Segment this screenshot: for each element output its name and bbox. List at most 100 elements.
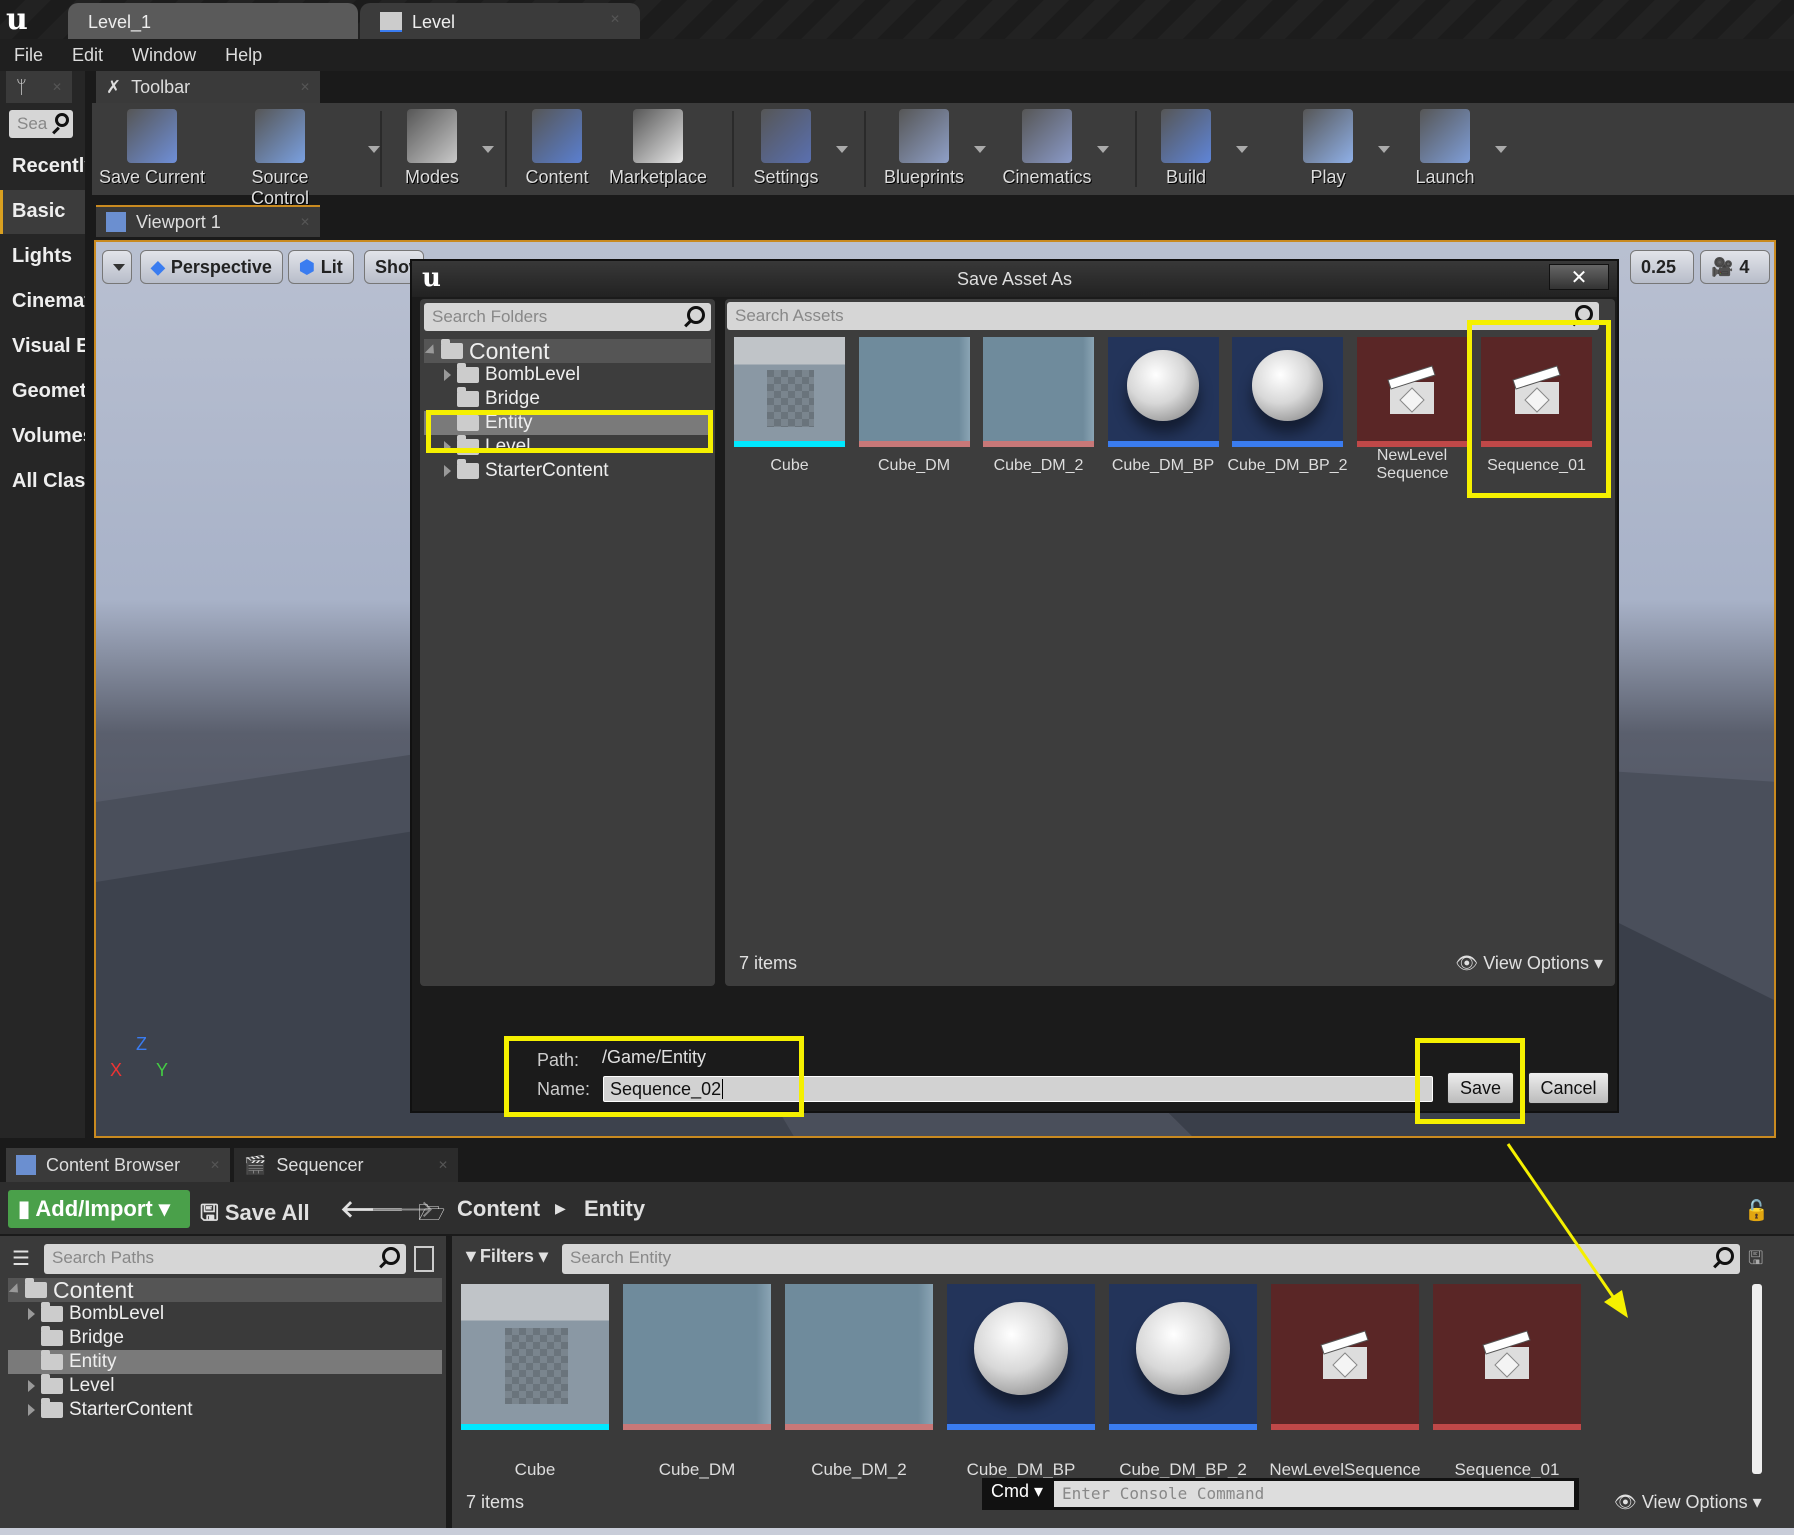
folder-tree-item[interactable]: Bridge bbox=[424, 387, 711, 411]
toolbar-cinematics-button[interactable]: Cinematics bbox=[987, 109, 1107, 188]
toolbar-launch-button[interactable]: Launch bbox=[1385, 109, 1505, 188]
viewport-options-dropdown[interactable] bbox=[102, 250, 132, 284]
dropdown-arrow-icon[interactable] bbox=[1236, 146, 1248, 153]
dropdown-arrow-icon[interactable] bbox=[836, 146, 848, 153]
asset-tile[interactable]: Sequence_01 bbox=[1433, 1284, 1581, 1490]
collapsed-arrow-icon[interactable] bbox=[444, 369, 451, 381]
dialog-title-bar: Save Asset As bbox=[412, 261, 1617, 297]
expanded-arrow-icon[interactable] bbox=[424, 344, 439, 358]
search-folders-input[interactable]: Search Folders bbox=[424, 303, 711, 331]
cancel-button[interactable]: Cancel bbox=[1528, 1072, 1609, 1104]
toolbar-tab[interactable]: ✗ Toolbar ✕ bbox=[96, 71, 320, 103]
close-tab-icon[interactable]: ✕ bbox=[52, 80, 62, 94]
dropdown-arrow-icon[interactable] bbox=[974, 146, 986, 153]
modes-category-item[interactable]: Cinemat bbox=[0, 280, 85, 324]
asset-tile[interactable]: Cube_DM_2 bbox=[785, 1284, 933, 1490]
folder-tree-item[interactable]: Bridge bbox=[8, 1326, 442, 1350]
viewport-tab[interactable]: Viewport 1 ✕ bbox=[96, 205, 320, 237]
collapsed-arrow-icon[interactable] bbox=[28, 1308, 35, 1320]
view-options-button[interactable]: 👁 View Options ▾ bbox=[1614, 1492, 1762, 1513]
modes-search-input[interactable]: Sea bbox=[9, 110, 73, 138]
collapsed-arrow-icon[interactable] bbox=[28, 1380, 35, 1392]
scrollbar[interactable] bbox=[1752, 1284, 1762, 1474]
view-options-button[interactable]: 👁 View Options ▾ bbox=[1455, 953, 1603, 974]
modes-category-item[interactable]: All Clas bbox=[0, 460, 85, 504]
folder-tree-item[interactable]: StarterContent bbox=[8, 1398, 442, 1422]
search-paths-input[interactable]: Search Paths bbox=[44, 1244, 406, 1274]
doc-tab-level-1[interactable]: Level_1 bbox=[68, 3, 358, 39]
modes-category-item[interactable]: Recently bbox=[0, 145, 85, 189]
asset-tile[interactable]: Cube bbox=[734, 337, 845, 507]
modes-tab[interactable]: ᛘ ✕ bbox=[6, 71, 72, 103]
save-all-button[interactable]: 🖫 Save All bbox=[200, 1196, 310, 1234]
asset-tile[interactable]: Cube_DM_BP bbox=[1107, 337, 1219, 507]
asset-thumbnail bbox=[1433, 1284, 1581, 1430]
close-tab-icon[interactable]: ✕ bbox=[438, 1158, 448, 1172]
menu-edit[interactable]: Edit bbox=[72, 45, 103, 66]
asset-tile[interactable]: Cube_DM_BP_2 bbox=[1109, 1284, 1257, 1490]
tab-sequencer[interactable]: 🎬 Sequencer ✕ bbox=[234, 1148, 458, 1182]
folder-tree-item[interactable]: Entity bbox=[8, 1350, 442, 1374]
asset-tile[interactable]: Cube_DM bbox=[623, 1284, 771, 1490]
menu-help[interactable]: Help bbox=[225, 45, 262, 66]
toolbar-source-control-button[interactable]: Source Control bbox=[220, 109, 340, 209]
asset-tile[interactable]: Cube_DM_BP_2 bbox=[1227, 337, 1348, 507]
toolbar-modes-button[interactable]: Modes bbox=[372, 109, 492, 188]
dropdown-arrow-icon[interactable] bbox=[1495, 146, 1507, 153]
axis-y: Y bbox=[156, 1060, 169, 1080]
asset-label: Cube_DM bbox=[877, 457, 951, 474]
folder-icon bbox=[41, 1398, 63, 1418]
collapsed-arrow-icon[interactable] bbox=[444, 465, 451, 477]
modes-category-item[interactable]: Geometr bbox=[0, 370, 85, 414]
folder-tree-item[interactable]: BombLevel bbox=[424, 363, 711, 387]
expanded-arrow-icon[interactable] bbox=[8, 1283, 23, 1297]
tab-content-browser[interactable]: Content Browser ✕ bbox=[6, 1148, 230, 1182]
close-tab-icon[interactable]: ✕ bbox=[610, 12, 620, 30]
asset-tile[interactable]: NewLevelSequence bbox=[1269, 1284, 1421, 1490]
asset-label: Cube_DM_BP bbox=[1111, 457, 1215, 474]
toolbar-play-button[interactable]: Play bbox=[1268, 109, 1388, 188]
modes-category-item[interactable]: Volumes bbox=[0, 415, 85, 459]
console-input[interactable]: Enter Console Command bbox=[1054, 1481, 1574, 1507]
folder-tree-item[interactable]: BombLevel bbox=[8, 1302, 442, 1326]
menu-window[interactable]: Window bbox=[132, 45, 196, 66]
dropdown-arrow-icon[interactable] bbox=[482, 146, 494, 153]
modes-category-item[interactable]: Basic bbox=[0, 190, 85, 234]
folder-tree-item[interactable]: Level bbox=[8, 1374, 442, 1398]
lit-button[interactable]: ⬢ Lit bbox=[288, 250, 354, 284]
modes-category-item[interactable]: Lights bbox=[0, 235, 85, 279]
toolbar-save-current-button[interactable]: Save Current bbox=[92, 109, 212, 188]
asset-tile[interactable]: Cube_DM_2 bbox=[983, 337, 1094, 507]
close-tab-icon[interactable]: ✕ bbox=[300, 215, 310, 229]
camera-speed-button[interactable]: 🎥 4 bbox=[1700, 250, 1770, 284]
close-button[interactable]: ✕ bbox=[1549, 264, 1609, 290]
toolbar-build-button[interactable]: Build bbox=[1126, 109, 1246, 188]
asset-thumbnail bbox=[983, 337, 1094, 447]
toolbar-blueprints-button[interactable]: Blueprints bbox=[864, 109, 984, 188]
folder-tree-item[interactable]: Content bbox=[8, 1277, 442, 1303]
asset-tile[interactable]: Cube bbox=[461, 1284, 609, 1490]
grid-snap-value[interactable]: 0.25 bbox=[1630, 250, 1694, 284]
toolbar-settings-button[interactable]: Settings bbox=[726, 109, 846, 188]
add-import-button[interactable]: ▮ Add/Import ▾ bbox=[8, 1190, 190, 1228]
asset-tile[interactable]: Cube_DM bbox=[858, 337, 970, 507]
asset-tile[interactable]: Cube_DM_BP bbox=[947, 1284, 1095, 1490]
asset-tile[interactable]: NewLevel Sequence bbox=[1356, 337, 1468, 507]
close-tab-icon[interactable]: ✕ bbox=[210, 1158, 220, 1172]
doc-tab-level[interactable]: Level ✕ bbox=[360, 3, 640, 39]
close-tab-icon[interactable]: ✕ bbox=[300, 80, 310, 94]
toggle-sources-icon[interactable]: ☰ bbox=[12, 1246, 30, 1271]
dropdown-arrow-icon[interactable] bbox=[1097, 146, 1109, 153]
folder-tree-item[interactable]: StarterContent bbox=[424, 459, 711, 483]
modes-category-item[interactable]: Visual E bbox=[0, 325, 85, 369]
console-mode-dropdown[interactable]: Cmd ▾ bbox=[985, 1479, 1049, 1503]
folder-tree-item[interactable]: Content bbox=[424, 338, 711, 364]
path-view-options-icon[interactable] bbox=[414, 1246, 434, 1272]
breadcrumb-entity[interactable]: Entity bbox=[584, 1196, 645, 1222]
toolbar-marketplace-button[interactable]: Marketplace bbox=[598, 109, 718, 188]
breadcrumb-content[interactable]: Content bbox=[457, 1196, 540, 1222]
menu-file[interactable]: File bbox=[14, 45, 43, 66]
lock-icon[interactable]: 🔓 bbox=[1744, 1198, 1769, 1223]
collapsed-arrow-icon[interactable] bbox=[28, 1404, 35, 1416]
perspective-button[interactable]: ◆ Perspective bbox=[140, 250, 283, 284]
